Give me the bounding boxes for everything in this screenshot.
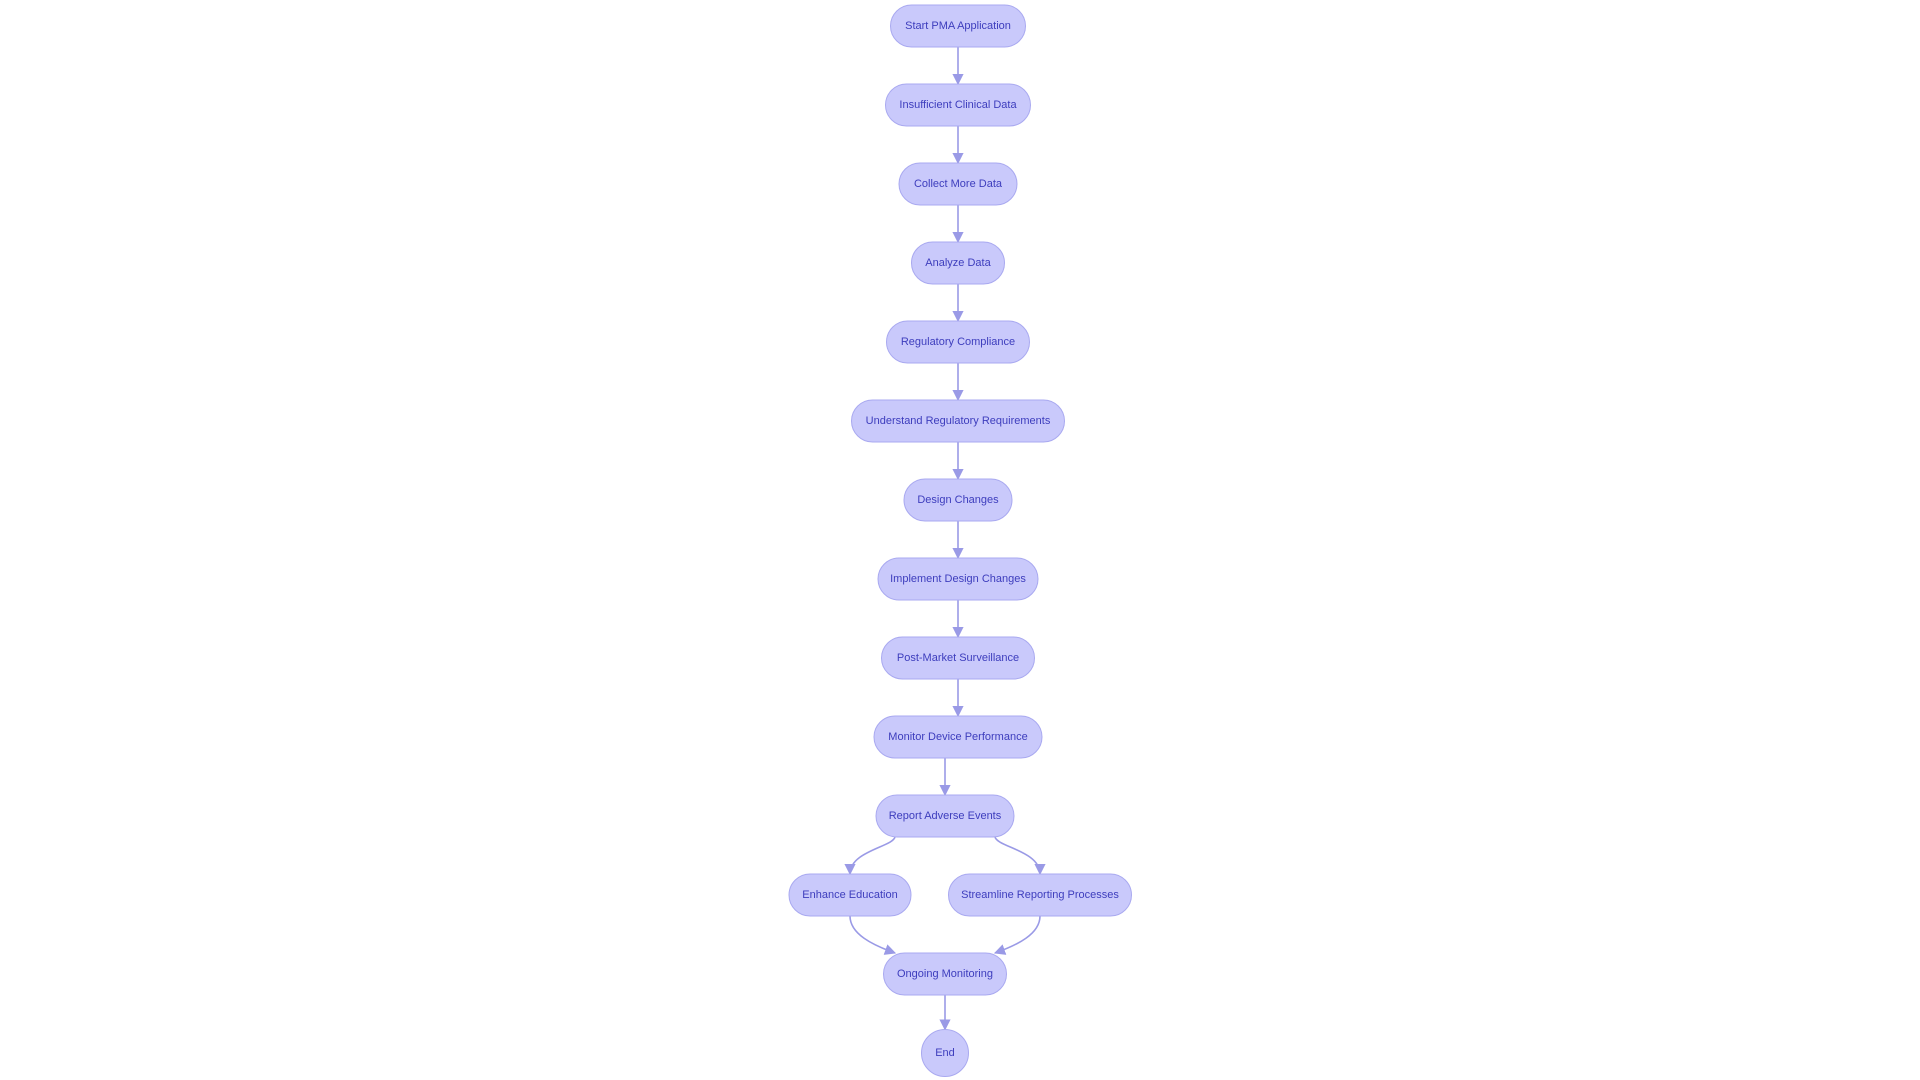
node-analyze: Analyze Data: [911, 241, 1005, 285]
flowchart: Start PMA Application Insufficient Clinic…: [788, 4, 1132, 1077]
node-label: Start PMA Application: [905, 20, 1011, 32]
node-insufficient: Insufficient Clinical Data: [885, 83, 1031, 127]
node-monitor: Monitor Device Performance: [873, 715, 1043, 759]
node-label: Post-Market Surveillance: [897, 652, 1019, 664]
node-label: Monitor Device Performance: [888, 731, 1027, 743]
node-label: Collect More Data: [914, 178, 1003, 190]
edge-report-to-enhance: [844, 836, 896, 876]
node-label: Design Changes: [917, 494, 999, 506]
node-post: Post-Market Surveillance: [881, 636, 1035, 680]
node-collect: Collect More Data: [898, 162, 1018, 206]
node-label: Streamline Reporting Processes: [961, 889, 1119, 901]
node-end: End: [921, 1029, 969, 1077]
node-implement: Implement Design Changes: [877, 557, 1039, 601]
node-understand: Understand Regulatory Requirements: [851, 399, 1065, 443]
node-label: Enhance Education: [802, 889, 897, 901]
node-label: Understand Regulatory Requirements: [866, 415, 1051, 427]
node-enhance: Enhance Education: [788, 873, 912, 917]
node-ongoing: Ongoing Monitoring: [883, 952, 1007, 996]
node-label: Insufficient Clinical Data: [899, 99, 1017, 111]
node-design: Design Changes: [903, 478, 1013, 522]
node-report: Report Adverse Events: [875, 794, 1015, 838]
edge-streamline-to-ongoing: [993, 915, 1041, 955]
node-label: Ongoing Monitoring: [897, 968, 993, 980]
nodes: Start PMA Application Insufficient Clinic…: [788, 4, 1132, 1077]
node-label: End: [935, 1047, 955, 1059]
node-label: Report Adverse Events: [889, 810, 1002, 822]
node-regulatory: Regulatory Compliance: [886, 320, 1030, 364]
node-streamline: Streamline Reporting Processes: [948, 873, 1132, 917]
node-label: Implement Design Changes: [890, 573, 1026, 585]
edge-enhance-to-ongoing: [849, 915, 897, 955]
edge-report-to-streamline: [994, 836, 1046, 876]
node-label: Regulatory Compliance: [901, 336, 1015, 348]
node-start: Start PMA Application: [890, 4, 1026, 48]
node-label: Analyze Data: [925, 257, 991, 269]
